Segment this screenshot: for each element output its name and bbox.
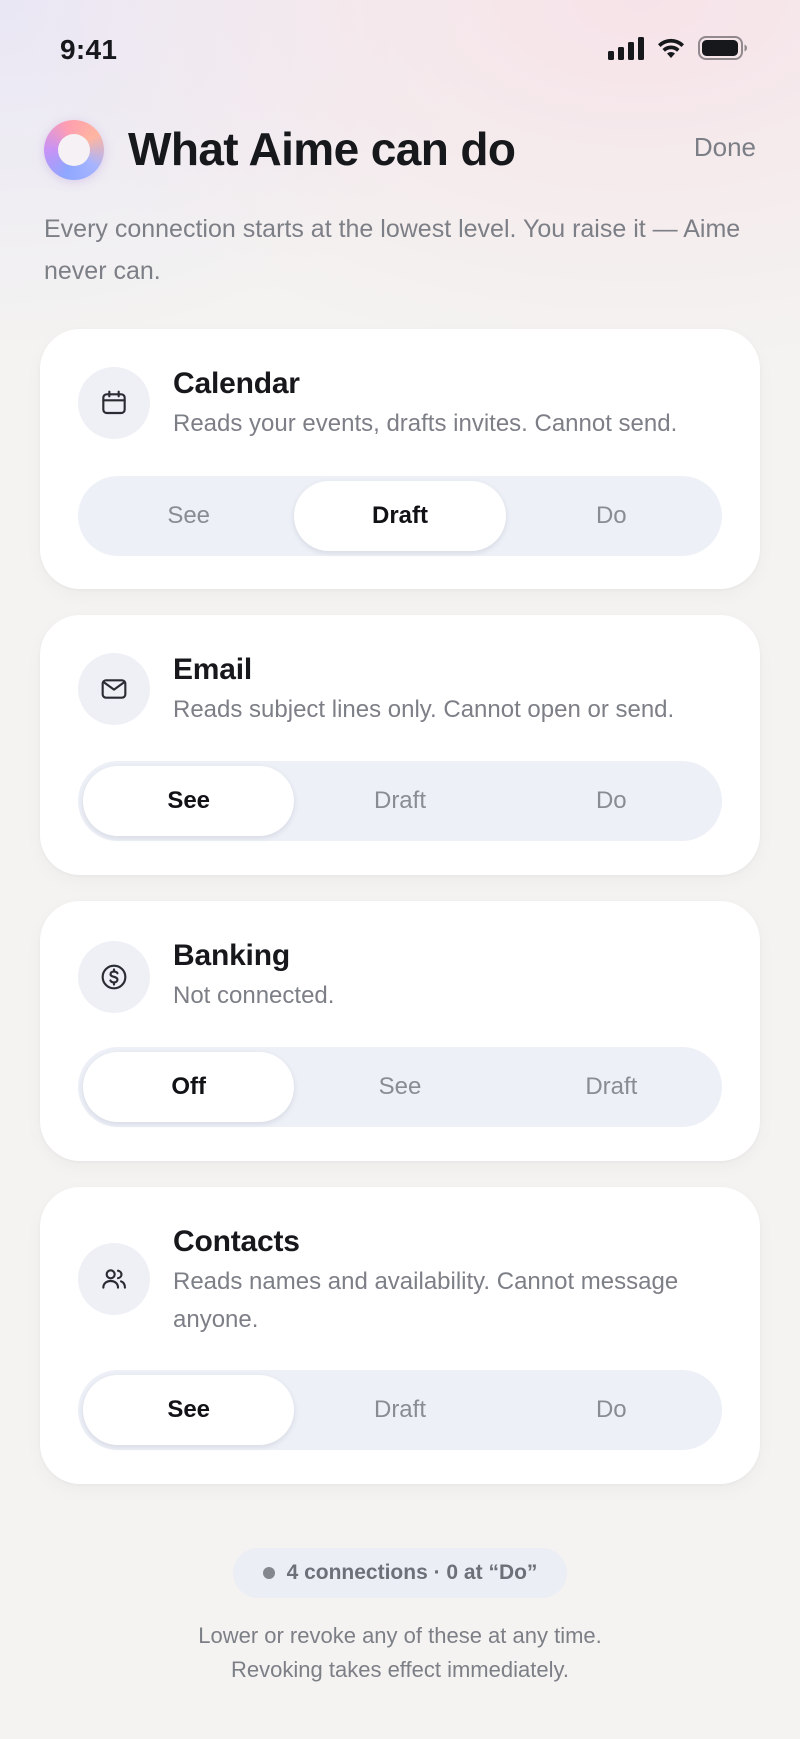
footer-note-line-2: Revoking takes effect immediately. [231, 1657, 569, 1682]
dollar-icon [78, 941, 150, 1013]
status-dot-icon [262, 1567, 275, 1579]
connection-card-contacts: Contacts Reads names and availability. C… [40, 1187, 760, 1484]
connection-title: Calendar [173, 367, 300, 400]
mail-icon [78, 653, 150, 725]
level-option-off[interactable]: Off [83, 1052, 295, 1122]
connection-description: Reads names and availability. Cannot mes… [173, 1268, 679, 1333]
level-option-do[interactable]: Do [506, 481, 717, 551]
level-option-see[interactable]: See [83, 1375, 295, 1445]
access-level-selector-calendar: See Draft Do [78, 476, 722, 556]
cellular-signal-icon [608, 36, 644, 60]
level-option-see[interactable]: See [83, 766, 295, 836]
footer-note-line-1: Lower or revoke any of these at any time… [198, 1623, 602, 1648]
status-bar: 9:41 [0, 0, 800, 100]
access-level-selector-contacts: See Draft Do [78, 1370, 722, 1450]
page-subtitle: Every connection starts at the lowest le… [44, 215, 741, 285]
status-icons [608, 36, 748, 60]
connection-description: Not connected. [173, 982, 335, 1009]
battery-icon [698, 36, 748, 60]
calendar-icon [78, 367, 150, 439]
connection-description: Reads your events, drafts invites. Canno… [173, 410, 678, 437]
level-option-do[interactable]: Do [506, 766, 717, 836]
level-option-see[interactable]: See [294, 1052, 505, 1122]
status-time: 9:41 [60, 34, 118, 65]
connections-summary-text: 4 connections · 0 at “Do” [286, 1561, 538, 1584]
done-button[interactable]: Done [694, 132, 756, 163]
connection-title: Contacts [173, 1225, 300, 1258]
connection-title: Banking [173, 939, 290, 972]
level-option-do[interactable]: Do [506, 1375, 717, 1445]
level-option-see[interactable]: See [83, 481, 294, 551]
connections-summary-badge: 4 connections · 0 at “Do” [233, 1548, 567, 1598]
connection-description: Reads subject lines only. Cannot open or… [173, 696, 675, 723]
access-level-selector-email: See Draft Do [78, 761, 722, 841]
level-option-draft[interactable]: Draft [506, 1052, 717, 1122]
aime-orb-icon [44, 120, 104, 180]
level-option-draft[interactable]: Draft [294, 1375, 505, 1445]
connection-card-calendar: Calendar Reads your events, drafts invit… [40, 329, 760, 589]
connection-card-banking: Banking Not connected. Off See Draft [40, 901, 760, 1161]
access-level-selector-banking: Off See Draft [78, 1047, 722, 1127]
level-option-draft[interactable]: Draft [294, 766, 505, 836]
page-title: What Aime can do [128, 123, 516, 175]
header: What Aime can do Done [44, 118, 756, 180]
wifi-icon [656, 36, 686, 60]
level-option-draft[interactable]: Draft [294, 481, 506, 551]
people-icon [78, 1243, 150, 1315]
connection-title: Email [173, 653, 253, 686]
connection-card-email: Email Reads subject lines only. Cannot o… [40, 615, 760, 875]
